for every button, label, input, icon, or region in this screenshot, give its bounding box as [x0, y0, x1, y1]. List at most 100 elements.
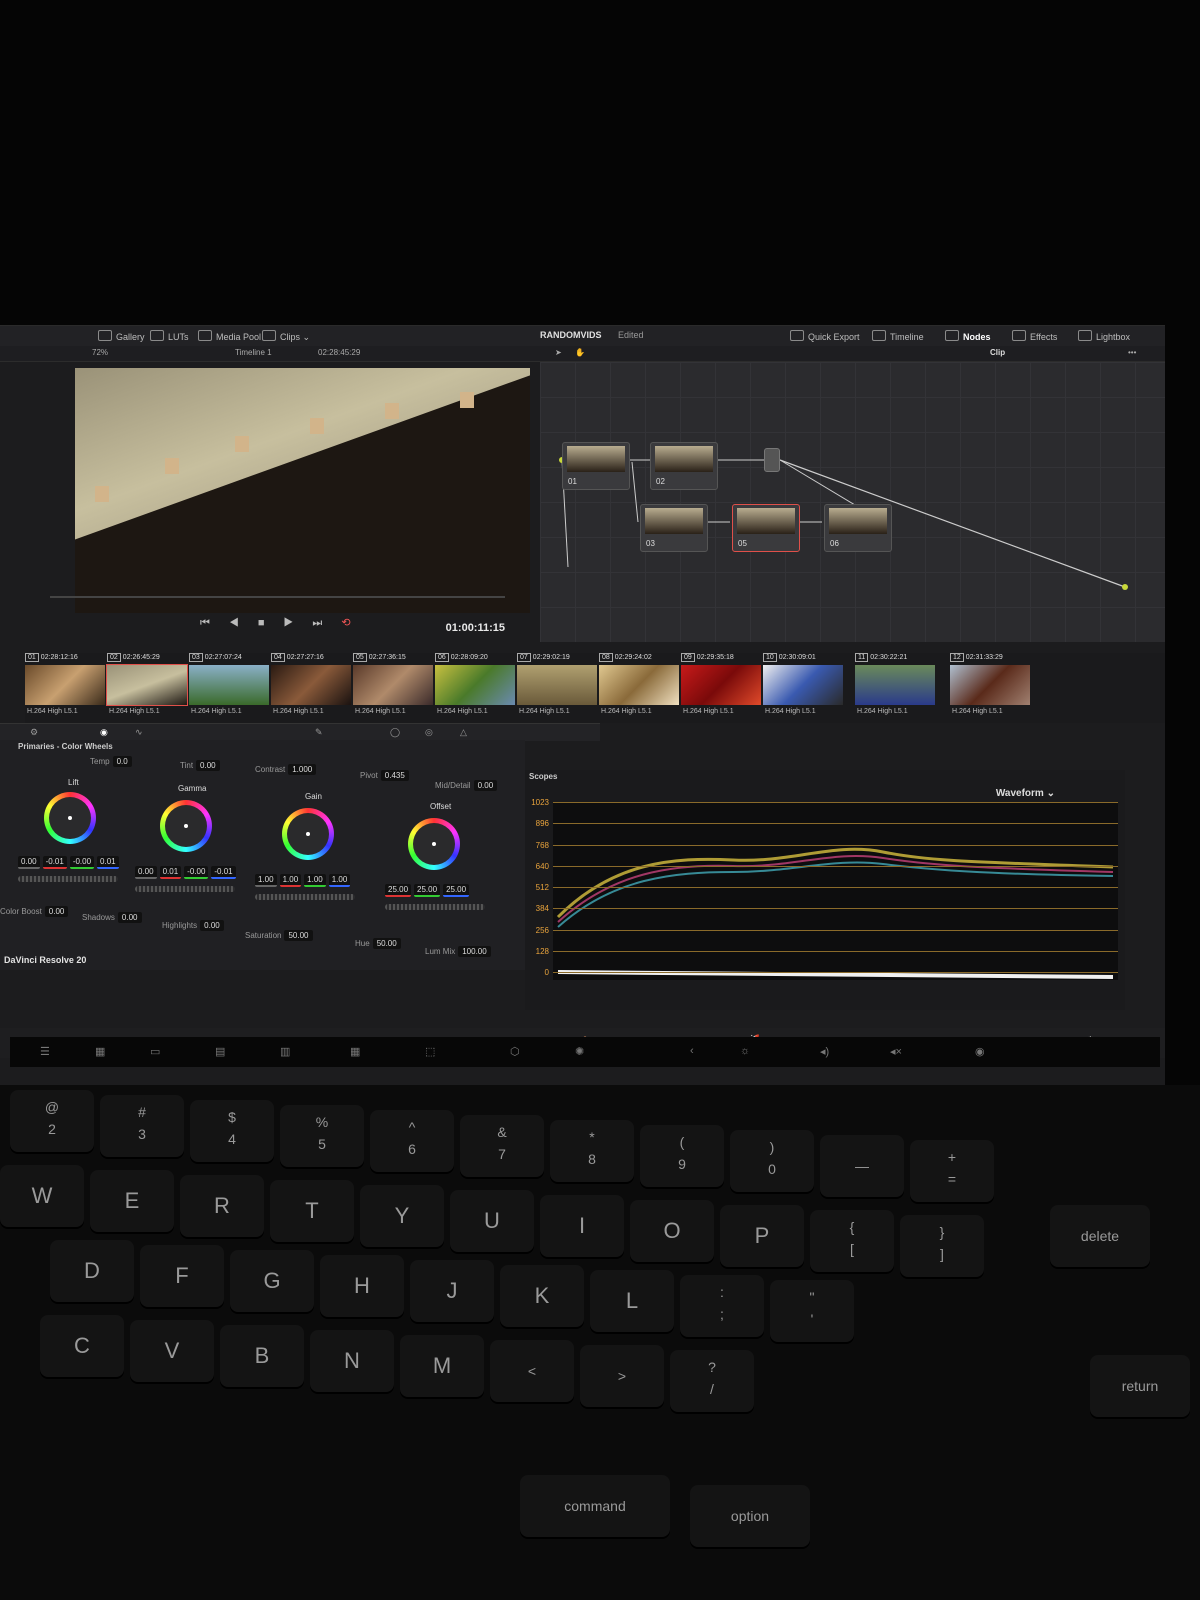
key-k[interactable]: K: [500, 1265, 584, 1327]
clip-thumbnail[interactable]: 11 02:30:22:21 H.264 High L5.1: [855, 653, 939, 723]
node-03[interactable]: 03: [640, 504, 708, 552]
touchbar-viewer-icon[interactable]: ▭: [150, 1045, 160, 1058]
key-0[interactable]: ) 0: [730, 1130, 814, 1192]
key-y[interactable]: Y: [360, 1185, 444, 1247]
media-pool-tab[interactable]: Media Pool: [198, 330, 261, 342]
lum-mix-field[interactable]: Lum Mix 100.00: [425, 946, 491, 957]
gallery-tab[interactable]: Gallery: [98, 330, 145, 342]
offset-master-slider[interactable]: [385, 904, 485, 910]
touchbar-back-icon[interactable]: ‹: [690, 1045, 694, 1057]
touchbar-wheel-icon[interactable]: ✺: [575, 1045, 584, 1058]
key-7[interactable]: & 7: [460, 1115, 544, 1177]
clip-thumbnail[interactable]: 07 02:29:02:19 H.264 High L5.1: [517, 653, 601, 723]
key-w[interactable]: W: [0, 1165, 84, 1227]
key-g[interactable]: G: [230, 1250, 314, 1312]
viewer-scrubber[interactable]: [50, 596, 505, 598]
key-j[interactable]: J: [410, 1260, 494, 1322]
key-command[interactable]: command: [520, 1475, 670, 1537]
key-t[interactable]: T: [270, 1180, 354, 1242]
key-6[interactable]: ^ 6: [370, 1110, 454, 1172]
clip-thumbnail[interactable]: 04 02:27:27:16 H.264 High L5.1: [271, 653, 355, 723]
key-e[interactable]: E: [90, 1170, 174, 1232]
key-m[interactable]: M: [400, 1335, 484, 1397]
lift-values[interactable]: 0.00 -0.01 -0.00 0.01: [18, 856, 122, 869]
key-5[interactable]: % 5: [280, 1105, 364, 1167]
key-h[interactable]: H: [320, 1255, 404, 1317]
clip-thumbnail[interactable]: 05 02:27:36:15 H.264 High L5.1: [353, 653, 437, 723]
hand-icon[interactable]: ✋: [575, 348, 585, 357]
key-open-bracket[interactable]: { [: [810, 1210, 894, 1272]
key-i[interactable]: I: [540, 1195, 624, 1257]
pointer-icon[interactable]: ➤: [555, 348, 562, 357]
key-semicolon[interactable]: : ;: [680, 1275, 764, 1337]
key-l[interactable]: L: [590, 1270, 674, 1332]
key-return[interactable]: return: [1090, 1355, 1190, 1417]
key-f[interactable]: F: [140, 1245, 224, 1307]
key-2[interactable]: @ 2: [10, 1090, 94, 1152]
touchbar-layout2-icon[interactable]: ▥: [280, 1045, 290, 1058]
key-comma[interactable]: <: [490, 1340, 574, 1402]
effects-tab[interactable]: Effects: [1012, 330, 1057, 342]
node-06[interactable]: 06: [824, 504, 892, 552]
key-option[interactable]: option: [690, 1485, 810, 1547]
camera-raw-icon[interactable]: ⚙: [30, 727, 38, 738]
clip-mode-select[interactable]: Clip: [990, 348, 1005, 357]
key-u[interactable]: U: [450, 1190, 534, 1252]
lift-master-slider[interactable]: [18, 876, 118, 882]
key-close-bracket[interactable]: } ]: [900, 1215, 984, 1277]
key-9[interactable]: ( 9: [640, 1125, 724, 1187]
more-options-icon[interactable]: •••: [1128, 348, 1136, 357]
transport-buttons[interactable]: ⏮ ◀ ■ ▶ ⏭ ⟲: [200, 616, 351, 630]
key-equals[interactable]: + =: [910, 1140, 994, 1202]
parallel-mixer-node[interactable]: [764, 448, 780, 472]
clip-thumbnail[interactable]: 12 02:31:33:29 H.264 High L5.1: [950, 653, 1034, 723]
clip-thumbnail[interactable]: 03 02:27:07:24 H.264 High L5.1: [189, 653, 273, 723]
gain-master-slider[interactable]: [255, 894, 355, 900]
touchbar-siri-icon[interactable]: ◉: [975, 1045, 985, 1058]
scope-mode-select[interactable]: Waveform ⌄: [996, 788, 1055, 799]
touchbar-layout3-icon[interactable]: ▦: [350, 1045, 360, 1058]
color-boost-field[interactable]: Color Boost 0.00: [0, 906, 69, 917]
color-wheels-icon[interactable]: ◉: [100, 727, 108, 738]
touchbar-brightness-icon[interactable]: ☼: [740, 1045, 750, 1057]
key-o[interactable]: O: [630, 1200, 714, 1262]
key-4[interactable]: $ 4: [190, 1100, 274, 1162]
touchbar-tool-icon[interactable]: ☰: [40, 1045, 50, 1058]
key-r[interactable]: R: [180, 1175, 264, 1237]
touchbar-bookmark-icon[interactable]: ⬚: [425, 1045, 435, 1058]
blur-icon[interactable]: △: [460, 727, 467, 738]
zoom-select[interactable]: 72%: [92, 348, 108, 357]
timeline-tab[interactable]: Timeline: [872, 330, 924, 342]
touchbar-stop-icon[interactable]: ⬡: [510, 1045, 520, 1058]
key-slash[interactable]: ? /: [670, 1350, 754, 1412]
key-p[interactable]: P: [720, 1205, 804, 1267]
touchbar-layout1-icon[interactable]: ▤: [215, 1045, 225, 1058]
tint-field[interactable]: Tint 0.00: [180, 760, 220, 771]
key-8[interactable]: * 8: [550, 1120, 634, 1182]
lightbox-tab[interactable]: Lightbox: [1078, 330, 1130, 342]
tracker-icon[interactable]: ◎: [425, 727, 433, 738]
gamma-master-slider[interactable]: [135, 886, 235, 892]
clip-thumbnail[interactable]: 01 02:28:12:16 H.264 High L5.1: [25, 653, 109, 723]
node-editor[interactable]: 01 02 03 05 06: [540, 362, 1165, 642]
touchbar-mute-icon[interactable]: ◂×: [890, 1045, 902, 1058]
lift-wheel[interactable]: [44, 792, 96, 844]
clip-thumbnail[interactable]: 08 02:29:24:02 H.264 High L5.1: [599, 653, 683, 723]
node-02[interactable]: 02: [650, 442, 718, 490]
luts-tab[interactable]: LUTs: [150, 330, 189, 342]
key-n[interactable]: N: [310, 1330, 394, 1392]
window-icon[interactable]: ◯: [390, 727, 400, 738]
qualifier-icon[interactable]: ✎: [315, 727, 323, 738]
mid-detail-field[interactable]: Mid/Detail 0.00: [435, 780, 498, 791]
touchbar-color-icon[interactable]: ▦: [95, 1045, 105, 1058]
key-delete[interactable]: delete: [1050, 1205, 1150, 1267]
touchbar-volume-icon[interactable]: ◂): [820, 1045, 829, 1058]
nodes-tab[interactable]: Nodes: [945, 330, 991, 342]
key-3[interactable]: # 3: [100, 1095, 184, 1157]
gamma-values[interactable]: 0.00 0.01 -0.00 -0.01: [135, 866, 239, 879]
clips-tab[interactable]: Clips ⌄: [262, 330, 310, 343]
temp-field[interactable]: Temp 0.0: [90, 756, 132, 767]
clip-thumbnail[interactable]: 02 02:26:45:29 H.264 High L5.1: [106, 653, 191, 723]
offset-values[interactable]: 25.00 25.00 25.00: [385, 884, 472, 897]
highlights-field[interactable]: Highlights 0.00: [162, 920, 224, 931]
